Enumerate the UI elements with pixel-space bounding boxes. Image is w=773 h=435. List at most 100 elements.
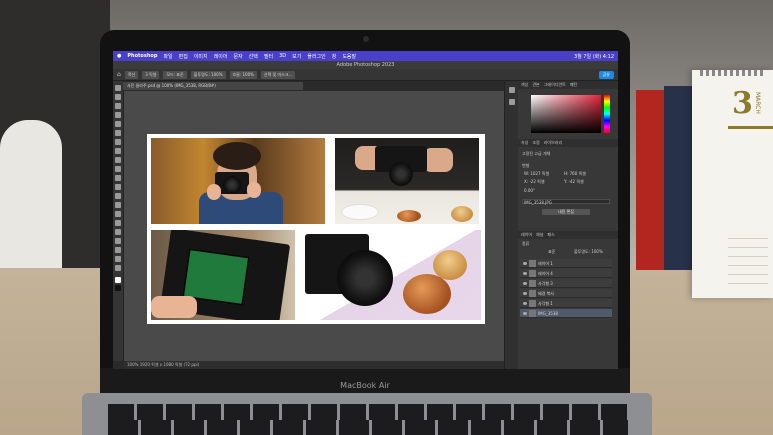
- tab-adjustments[interactable]: 조정: [532, 140, 539, 146]
- menu-item[interactable]: 3D: [279, 53, 286, 59]
- pen-tool-icon[interactable]: [115, 220, 121, 226]
- file-name: IMG_3538.JPG: [524, 200, 552, 205]
- properties-icon[interactable]: [509, 99, 515, 105]
- menu-item[interactable]: 창: [332, 53, 337, 60]
- background-color-swatch[interactable]: [115, 285, 121, 291]
- desk-calendar: 3 MARCH: [692, 70, 773, 298]
- frame-tool-icon[interactable]: [115, 130, 121, 136]
- menu-item[interactable]: 문자: [233, 53, 242, 60]
- right-panels: 색상 견본 그레이디언트 패턴 속성 조정 라이브러리 고정된 고급 개체 변형…: [518, 81, 618, 369]
- type-tool-icon[interactable]: [115, 229, 121, 235]
- eye-icon[interactable]: [523, 282, 527, 285]
- apple-icon[interactable]: ●: [117, 53, 121, 59]
- option-chip[interactable]: 폭선: [124, 70, 139, 79]
- menu-item[interactable]: 선택: [249, 53, 258, 60]
- eye-icon[interactable]: [523, 292, 527, 295]
- photo-photographer[interactable]: [151, 138, 325, 224]
- layer-thumbnail: [529, 310, 536, 317]
- gradient-tool-icon[interactable]: [115, 193, 121, 199]
- foreground-color-swatch[interactable]: [115, 277, 121, 283]
- window-title: Adobe Photoshop 2023: [113, 61, 618, 69]
- lamp-shade: [0, 120, 62, 270]
- eraser-tool-icon[interactable]: [115, 184, 121, 190]
- eye-icon[interactable]: [523, 312, 527, 315]
- photo-camera-table[interactable]: [335, 138, 479, 224]
- menu-item[interactable]: 보기: [292, 53, 301, 60]
- width-field[interactable]: W: 1027 픽셀: [524, 171, 549, 177]
- blend-mode-select[interactable]: 표준: [548, 249, 555, 255]
- color-picker-field[interactable]: [531, 95, 601, 133]
- stamp-tool-icon[interactable]: [115, 166, 121, 172]
- tab-libraries[interactable]: 라이브러리: [544, 140, 562, 146]
- option-chip[interactable]: 불투명도: 100%: [190, 70, 226, 79]
- height-field[interactable]: H: 760 픽셀: [564, 171, 586, 177]
- select-and-mask-button[interactable]: 선택 및 마스크...: [260, 70, 296, 79]
- menubar-clock[interactable]: 3월 7일 (화) 4:12: [574, 53, 614, 60]
- tab-patterns[interactable]: 패턴: [570, 82, 577, 88]
- tab-color[interactable]: 색상: [521, 82, 528, 88]
- layer-row[interactable]: 레이어 4: [520, 269, 612, 278]
- tab-paths[interactable]: 패스: [547, 232, 554, 238]
- tab-properties[interactable]: 속성: [521, 140, 528, 146]
- marquee-tool-icon[interactable]: [115, 94, 121, 100]
- hand: [151, 296, 197, 318]
- menu-item[interactable]: 파일: [163, 53, 172, 60]
- healing-tool-icon[interactable]: [115, 148, 121, 154]
- hue-slider[interactable]: [604, 95, 610, 133]
- menu-item[interactable]: 이미지: [194, 53, 208, 60]
- document-tab[interactable]: 사진 꼴라주.psd @ 100% (IMG_3538, RGB/8#): [123, 82, 303, 90]
- photo-camera-lcd[interactable]: [151, 230, 295, 320]
- tab-layers[interactable]: 레이어: [521, 232, 532, 238]
- menu-item[interactable]: 도움말: [342, 53, 356, 60]
- layer-name: 사각형 1: [538, 301, 553, 306]
- bun: [451, 206, 473, 222]
- tab-gradients[interactable]: 그레이디언트: [544, 82, 566, 88]
- hand-tool-icon[interactable]: [115, 256, 121, 262]
- dodge-tool-icon[interactable]: [115, 211, 121, 217]
- history-brush-icon[interactable]: [115, 175, 121, 181]
- photo-camera-bread[interactable]: [301, 230, 481, 320]
- home-icon[interactable]: ⌂: [117, 71, 121, 78]
- webcam: [363, 36, 369, 42]
- option-chip[interactable]: 흐름: 100%: [229, 70, 257, 79]
- eye-icon[interactable]: [523, 272, 527, 275]
- layer-row[interactable]: 배경 복사: [520, 289, 612, 298]
- collage-document[interactable]: [147, 134, 485, 324]
- zoom-tool-icon[interactable]: [115, 265, 121, 271]
- angle-field[interactable]: 0.00°: [524, 188, 535, 193]
- eye-icon[interactable]: [523, 302, 527, 305]
- tab-channels[interactable]: 채널: [536, 232, 543, 238]
- option-chip[interactable]: 모드: 표준: [163, 70, 187, 79]
- eye-icon[interactable]: [523, 262, 527, 265]
- x-field[interactable]: X: -22 픽셀: [524, 179, 545, 185]
- tab-swatches[interactable]: 견본: [532, 82, 539, 88]
- menu-item[interactable]: 레이어: [214, 53, 228, 60]
- crop-tool-icon[interactable]: [115, 121, 121, 127]
- blur-tool-icon[interactable]: [115, 202, 121, 208]
- magic-wand-tool-icon[interactable]: [115, 112, 121, 118]
- menu-app-name[interactable]: Photoshop: [127, 53, 157, 59]
- lasso-tool-icon[interactable]: [115, 103, 121, 109]
- layer-filter-kind[interactable]: 종류: [522, 241, 529, 247]
- share-button[interactable]: 공유: [598, 70, 614, 79]
- brush-tool-icon[interactable]: [115, 157, 121, 163]
- opacity-field[interactable]: 불투명도: 100%: [574, 249, 603, 255]
- path-select-icon[interactable]: [115, 238, 121, 244]
- menu-item[interactable]: 필터: [264, 53, 273, 60]
- macbook-label: MacBook Air: [340, 381, 390, 390]
- move-tool-icon[interactable]: [115, 85, 121, 91]
- layer-row[interactable]: 사각형 1: [520, 299, 612, 308]
- layer-row[interactable]: 사각형 3: [520, 279, 612, 288]
- menu-item[interactable]: 플러그인: [307, 53, 325, 60]
- layer-row-selected[interactable]: IMG_3538: [520, 309, 612, 318]
- option-chip[interactable]: 3 픽셀: [142, 70, 160, 79]
- menu-item[interactable]: 편집: [179, 53, 188, 60]
- y-field[interactable]: Y: -42 픽셀: [564, 179, 584, 185]
- edit-contents-button[interactable]: 내용 편집: [542, 209, 590, 215]
- color-panel-tabs: 색상 견본 그레이디언트 패턴: [518, 81, 618, 89]
- eyedropper-tool-icon[interactable]: [115, 139, 121, 145]
- calendar-rings: [700, 70, 764, 76]
- layer-row[interactable]: 레이어 1: [520, 259, 612, 268]
- history-icon[interactable]: [509, 87, 515, 93]
- shape-tool-icon[interactable]: [115, 247, 121, 253]
